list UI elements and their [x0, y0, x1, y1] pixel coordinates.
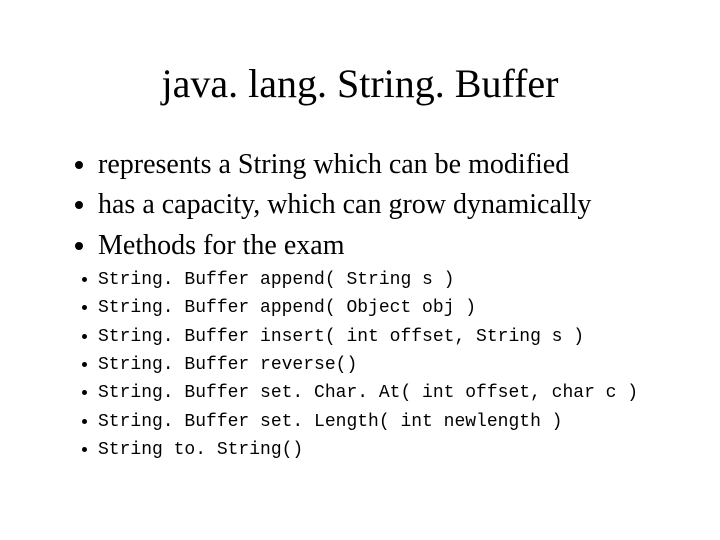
list-item: has a capacity, which can grow dynamical… — [98, 187, 650, 223]
slide-title: java. lang. String. Buffer — [70, 60, 650, 107]
list-item: String. Buffer insert( int offset, Strin… — [98, 325, 650, 349]
list-item: String. Buffer append( Object obj ) — [98, 296, 650, 320]
slide: java. lang. String. Buffer represents a … — [0, 0, 720, 540]
bullet-list: represents a String which can be modifie… — [70, 147, 650, 462]
list-item: String. Buffer set. Length( int newlengt… — [98, 410, 650, 434]
list-item: String to. String() — [98, 438, 650, 462]
list-item: String. Buffer set. Char. At( int offset… — [98, 381, 650, 405]
list-item: String. Buffer append( String s ) — [98, 268, 650, 292]
list-item: Methods for the exam — [98, 228, 650, 264]
list-item: represents a String which can be modifie… — [98, 147, 650, 183]
list-item: String. Buffer reverse() — [98, 353, 650, 377]
